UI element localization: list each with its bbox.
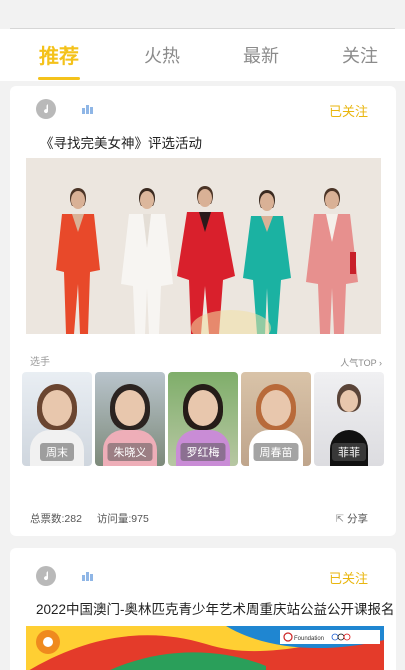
level-badge-icon: [82, 105, 93, 114]
author-avatar[interactable]: [36, 99, 56, 119]
music-note-icon: [44, 104, 49, 114]
activity-card[interactable]: 已关注 2022中国澳门-奥林匹克青少年艺术周重庆站公益公开课报名 Founda…: [10, 548, 396, 670]
popularity-top-link[interactable]: 人气TOP ›: [340, 356, 382, 369]
activity-card[interactable]: 已关注 《寻找完美女神》评选活动 选手 人气TOP › 周末 朱晓义 罗红梅 周…: [10, 86, 396, 536]
activity-title[interactable]: 2022中国澳门-奥林匹克青少年艺术周重庆站公益公开课报名: [36, 598, 395, 618]
active-tab-indicator: [38, 77, 80, 80]
activity-title[interactable]: 《寻找完美女神》评选活动: [40, 132, 202, 152]
contestant-item[interactable]: 周春苗: [241, 372, 311, 466]
contestant-name: 朱晓义: [107, 443, 153, 461]
olympic-banner-graphic: Foundation: [26, 626, 384, 670]
activity-banner-image[interactable]: [26, 158, 381, 334]
contestant-name: 菲菲: [332, 443, 366, 461]
tab-bar: 推荐 火热 最新 关注: [0, 29, 405, 81]
contestant-name: 周末: [40, 443, 74, 461]
contestant-list: 周末 朱晓义 罗红梅 周春苗 菲菲: [22, 372, 384, 466]
level-badge-icon: [82, 572, 93, 581]
activity-banner-image[interactable]: Foundation: [26, 626, 384, 670]
models-photo: [26, 158, 381, 334]
foundation-logo-text: Foundation: [294, 636, 324, 642]
share-label: 分享: [347, 513, 368, 525]
chevron-right-icon: ›: [379, 358, 382, 368]
contestant-item[interactable]: 朱晓义: [95, 372, 165, 466]
tab-hot[interactable]: 火热: [132, 42, 192, 68]
author-avatar[interactable]: [36, 566, 56, 586]
follow-status-button[interactable]: 已关注: [329, 101, 368, 120]
tab-latest[interactable]: 最新: [231, 42, 291, 68]
total-votes: 总票数:282: [30, 513, 82, 525]
contestant-name: 罗红梅: [180, 443, 226, 461]
share-button[interactable]: ⇱ 分享: [336, 511, 368, 526]
contestants-section-label: 选手: [30, 357, 50, 368]
activity-stats: 总票数:282 访问量:975: [30, 511, 161, 526]
visit-count: 访问量:975: [96, 513, 149, 525]
contestant-item[interactable]: 周末: [22, 372, 92, 466]
music-note-icon: [44, 571, 49, 581]
follow-status-button[interactable]: 已关注: [329, 568, 368, 587]
share-icon: ⇱: [335, 514, 344, 525]
contestant-name: 周春苗: [253, 443, 299, 461]
popularity-top-label: 人气TOP: [340, 358, 377, 368]
contestant-item[interactable]: 罗红梅: [168, 372, 238, 466]
contestant-item[interactable]: 菲菲: [314, 372, 384, 466]
tab-recommended[interactable]: 推荐: [29, 40, 89, 69]
tab-following[interactable]: 关注: [330, 42, 390, 68]
